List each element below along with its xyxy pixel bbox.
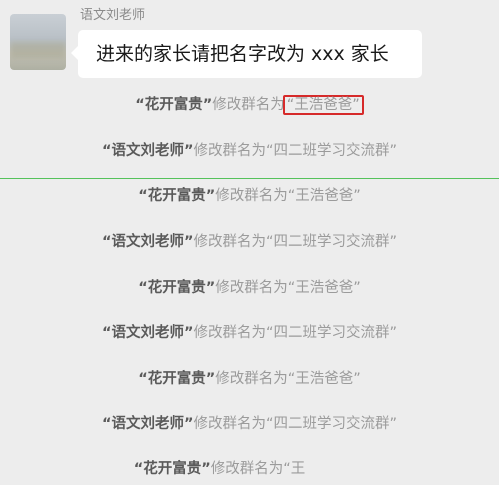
notice-actor: “语文刘老师” bbox=[101, 325, 194, 341]
notice-actor: “花开富贵” bbox=[135, 97, 213, 113]
notice-target: “王浩爸爸” bbox=[287, 188, 361, 204]
notice-target: “四二班学习交流群” bbox=[266, 416, 398, 432]
notice-target-highlighted: “王浩爸爸” bbox=[282, 95, 364, 115]
system-notice: “花开富贵”修改群名为“王浩爸爸” bbox=[0, 278, 499, 298]
notice-actor: “语文刘老师” bbox=[101, 416, 194, 432]
notice-action: 修改群名为 bbox=[193, 143, 267, 159]
notice-action: 修改群名为 bbox=[215, 371, 288, 387]
notice-actor: “花开富贵” bbox=[133, 461, 211, 477]
notice-target: “四二班学习交流群” bbox=[266, 143, 398, 159]
system-notice: “语文刘老师”修改群名为“四二班学习交流群” bbox=[0, 141, 499, 161]
system-notice: “语文刘老师”修改群名为“四二班学习交流群” bbox=[0, 414, 499, 434]
notice-action: 修改群名为 bbox=[215, 280, 288, 296]
notice-action: 修改群名为 bbox=[193, 234, 267, 250]
divider-line bbox=[0, 178, 499, 179]
notice-action: 修改群名为 bbox=[193, 325, 267, 341]
system-notice: “花开富贵”修改群名为“王浩爸爸” bbox=[0, 95, 499, 115]
notice-actor: “语文刘老师” bbox=[101, 234, 194, 250]
chat-window: 语文刘老师 进来的家长请把名字改为 xxx 家长 “花开富贵”修改群名为 “王浩爸… bbox=[0, 0, 499, 485]
notice-target: “四二班学习交流群” bbox=[266, 325, 398, 341]
notice-target: “王浩爸爸” bbox=[287, 280, 361, 296]
notice-action: 修改群名为 bbox=[193, 416, 267, 432]
notice-target: “王浩爸爸” bbox=[287, 371, 361, 387]
notice-action: 修改群名为 bbox=[210, 461, 284, 477]
system-notice: “语文刘老师”修改群名为“四二班学习交流群” bbox=[0, 232, 499, 252]
notice-actor: “花开富贵” bbox=[138, 188, 216, 204]
notice-actor: “花开富贵” bbox=[138, 371, 216, 387]
notice-action: 修改群名为 bbox=[215, 188, 288, 204]
notice-actor: “语文刘老师” bbox=[101, 143, 194, 159]
system-notice: “花开富贵”修改群名为“王浩爸爸” bbox=[0, 186, 499, 206]
notice-action: 修改群名为 bbox=[212, 97, 285, 113]
notice-target: “四二班学习交流群” bbox=[266, 234, 398, 250]
notice-target: “王 bbox=[283, 461, 306, 477]
cropped-edge-fade bbox=[330, 452, 499, 485]
notice-actor: “花开富贵” bbox=[138, 280, 216, 296]
system-notice: “语文刘老师”修改群名为“四二班学习交流群” bbox=[0, 323, 499, 343]
system-notice: “花开富贵”修改群名为“王浩爸爸” bbox=[0, 369, 499, 389]
system-notice-list: “花开富贵”修改群名为 “王浩爸爸” “语文刘老师”修改群名为“四二班学习交流群”… bbox=[0, 0, 499, 485]
